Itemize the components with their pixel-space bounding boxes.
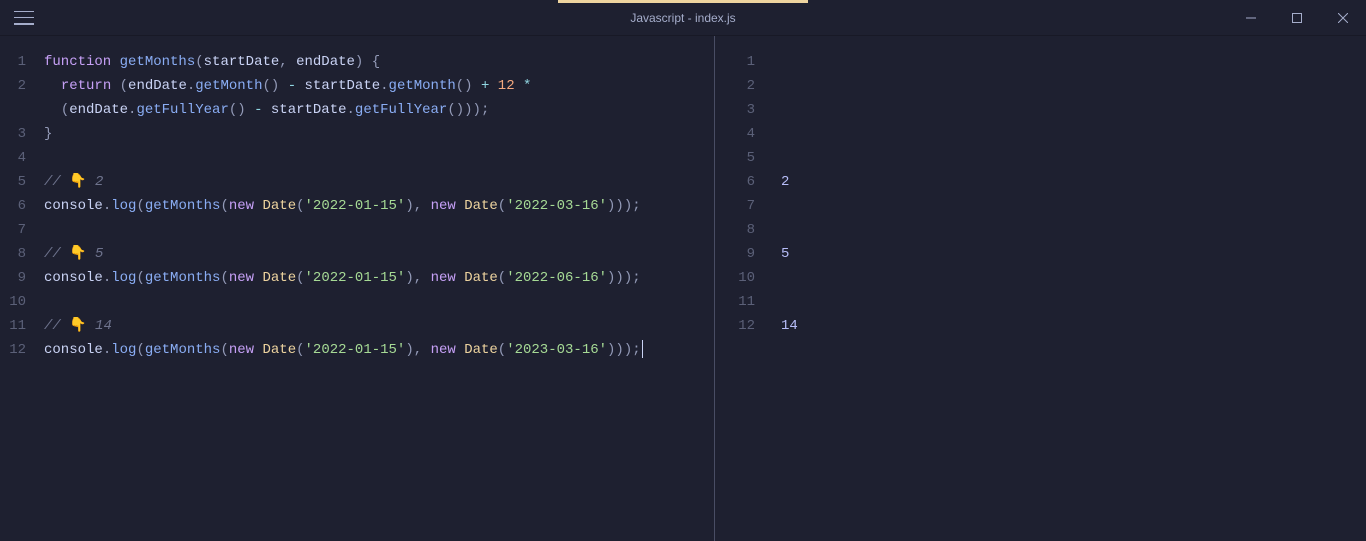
line-number: 4 xyxy=(0,146,26,170)
line-gutter-right: 123456789101112 xyxy=(715,50,773,541)
code-line[interactable] xyxy=(44,146,714,170)
code-content[interactable]: function getMonths(startDate, endDate) {… xyxy=(44,50,714,541)
window-title: Javascript - index.js xyxy=(630,11,735,25)
titlebar-left xyxy=(8,11,34,25)
minimize-button[interactable] xyxy=(1228,0,1274,36)
output-pane[interactable]: 123456789101112 2514 xyxy=(715,36,1366,541)
line-number: 1 xyxy=(715,50,755,74)
line-number: 2 xyxy=(0,74,26,98)
active-tab-indicator xyxy=(558,0,808,3)
line-number: 9 xyxy=(715,242,755,266)
window-controls xyxy=(1228,0,1366,36)
output-line xyxy=(773,122,1366,146)
line-number: 5 xyxy=(0,170,26,194)
line-number: 8 xyxy=(0,242,26,266)
line-number: 4 xyxy=(715,122,755,146)
editor-area: 123456789101112 function getMonths(start… xyxy=(0,36,1366,541)
line-number: 7 xyxy=(715,194,755,218)
line-number: 6 xyxy=(0,194,26,218)
code-line[interactable]: // 👇 14 xyxy=(44,314,714,338)
code-line[interactable]: function getMonths(startDate, endDate) { xyxy=(44,50,714,74)
line-number: 1 xyxy=(0,50,26,74)
menu-icon[interactable] xyxy=(14,11,34,25)
output-line xyxy=(773,290,1366,314)
code-line[interactable]: // 👇 2 xyxy=(44,170,714,194)
line-number xyxy=(0,98,26,122)
output-line xyxy=(773,98,1366,122)
line-number: 8 xyxy=(715,218,755,242)
output-line: 2 xyxy=(773,170,1366,194)
output-line xyxy=(773,74,1366,98)
line-number: 6 xyxy=(715,170,755,194)
output-line xyxy=(773,50,1366,74)
code-line[interactable] xyxy=(44,290,714,314)
line-number: 5 xyxy=(715,146,755,170)
titlebar: Javascript - index.js xyxy=(0,0,1366,36)
output-line xyxy=(773,194,1366,218)
code-line[interactable]: console.log(getMonths(new Date('2022-01-… xyxy=(44,338,714,362)
line-number: 3 xyxy=(715,98,755,122)
line-gutter-left: 123456789101112 xyxy=(0,50,44,541)
line-number: 10 xyxy=(715,266,755,290)
text-cursor xyxy=(642,340,643,358)
maximize-button[interactable] xyxy=(1274,0,1320,36)
line-number: 11 xyxy=(715,290,755,314)
close-button[interactable] xyxy=(1320,0,1366,36)
line-number: 9 xyxy=(0,266,26,290)
code-pane[interactable]: 123456789101112 function getMonths(start… xyxy=(0,36,715,541)
line-number: 11 xyxy=(0,314,26,338)
code-line[interactable]: console.log(getMonths(new Date('2022-01-… xyxy=(44,266,714,290)
code-line[interactable]: // 👇 5 xyxy=(44,242,714,266)
line-number: 7 xyxy=(0,218,26,242)
line-number: 2 xyxy=(715,74,755,98)
output-line: 5 xyxy=(773,242,1366,266)
line-number: 12 xyxy=(0,338,26,362)
output-line xyxy=(773,146,1366,170)
output-content: 2 5 14 xyxy=(773,50,1366,541)
output-line xyxy=(773,266,1366,290)
output-line: 14 xyxy=(773,314,1366,338)
code-line[interactable]: (endDate.getFullYear() - startDate.getFu… xyxy=(44,98,714,122)
line-number: 12 xyxy=(715,314,755,338)
code-line[interactable]: console.log(getMonths(new Date('2022-01-… xyxy=(44,194,714,218)
code-line[interactable]: } xyxy=(44,122,714,146)
output-line xyxy=(773,218,1366,242)
code-line[interactable] xyxy=(44,218,714,242)
line-number: 3 xyxy=(0,122,26,146)
code-line[interactable]: return (endDate.getMonth() - startDate.g… xyxy=(44,74,714,98)
line-number: 10 xyxy=(0,290,26,314)
